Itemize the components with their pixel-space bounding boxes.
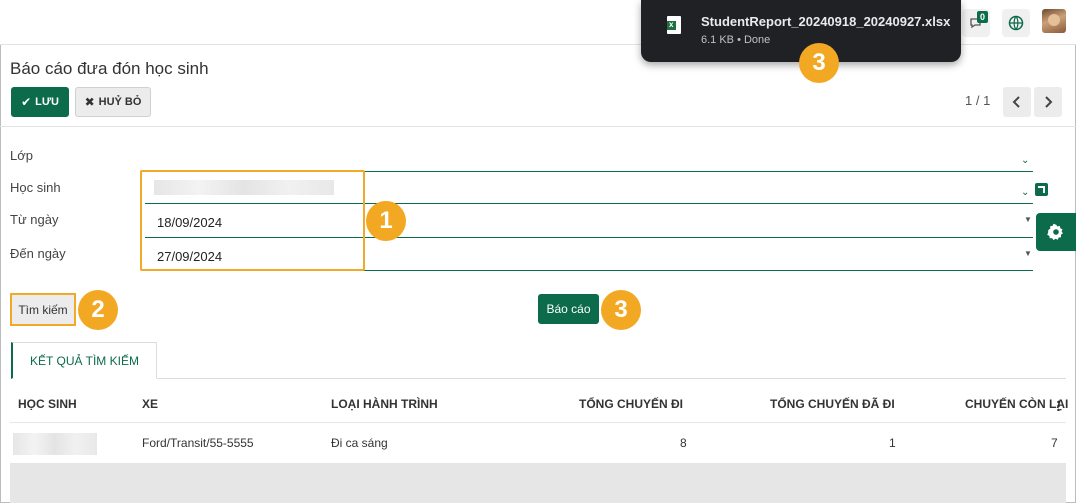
column-header-trips-done[interactable]: TỔNG CHUYẾN ĐÃ ĐI [770,397,895,411]
cell-route-type: Đi ca sáng [331,436,388,450]
tab-search-results[interactable]: KẾT QUẢ TÌM KIẾM [11,342,157,379]
next-page-button[interactable] [1034,87,1062,117]
cell-total-trips: 8 [680,436,687,450]
report-button[interactable]: Báo cáo [538,294,599,324]
class-select[interactable] [145,146,1033,172]
download-filename[interactable]: StudentReport_20240918_20240927.xlsx [701,14,950,29]
gear-icon [1047,223,1063,241]
column-header-total-trips[interactable]: TỔNG CHUYẾN ĐI [579,397,683,411]
save-button[interactable]: ✔ LƯU [11,87,69,117]
class-label: Lớp [10,148,33,163]
chevron-down-icon: ⌄ [1021,187,1030,198]
cell-trips-left: 7 [1051,436,1058,450]
previous-page-button[interactable] [1003,87,1031,117]
cancel-button[interactable]: ✖ HUỶ BỎ [75,87,151,117]
column-header-vehicle[interactable]: XE [142,397,158,411]
chevron-right-icon [1045,96,1053,108]
cell-trips-done: 1 [889,436,896,450]
step-marker-1: 1 [366,201,406,241]
step-marker-3-report: 3 [601,290,641,330]
close-icon: ✖ [84,95,95,109]
external-link-icon[interactable] [1035,183,1048,196]
header-divider [0,126,1076,127]
chevron-left-icon [1012,96,1020,108]
chat-count-badge: 0 [976,11,988,23]
chat-button[interactable]: 0 [962,9,990,37]
column-header-student[interactable]: HỌC SINH [18,397,77,411]
pager-counter: 1 / 1 [965,93,991,108]
to-date-label: Đến ngày [10,246,66,261]
save-label: LƯU [35,96,59,108]
page-title: Báo cáo đưa đón học sinh [10,59,209,78]
date-fields-highlight [140,170,365,271]
website-button[interactable] [1002,9,1030,37]
step-marker-3-download: 3 [799,43,839,83]
header-row-divider [10,422,1066,423]
column-header-trips-left[interactable]: CHUYẾN CÒN LẠI [965,397,1068,411]
caret-down-icon: ▼ [1024,215,1032,224]
step-marker-2: 2 [78,290,118,330]
student-name-redacted [13,433,97,455]
cancel-label: HUỶ BỎ [98,96,142,108]
table-footer-area [10,463,1066,503]
student-label: Học sinh [10,180,61,195]
column-options-icon[interactable] [1057,400,1060,411]
search-button[interactable]: Tìm kiếm [10,293,76,326]
avatar[interactable] [1042,9,1066,33]
cell-vehicle: Ford/Transit/55-5555 [142,436,254,450]
settings-tab[interactable] [1036,213,1076,251]
check-icon: ✔ [21,95,32,109]
globe-icon [1008,15,1024,31]
from-date-label: Từ ngày [10,212,59,227]
chevron-down-icon: ⌄ [1021,155,1030,166]
tab-underline [11,378,1066,379]
excel-file-icon [667,16,681,34]
column-header-route-type[interactable]: LOẠI HÀNH TRÌNH [331,397,438,411]
caret-down-icon: ▼ [1024,249,1032,258]
download-status: 6.1 KB • Done [701,34,771,46]
